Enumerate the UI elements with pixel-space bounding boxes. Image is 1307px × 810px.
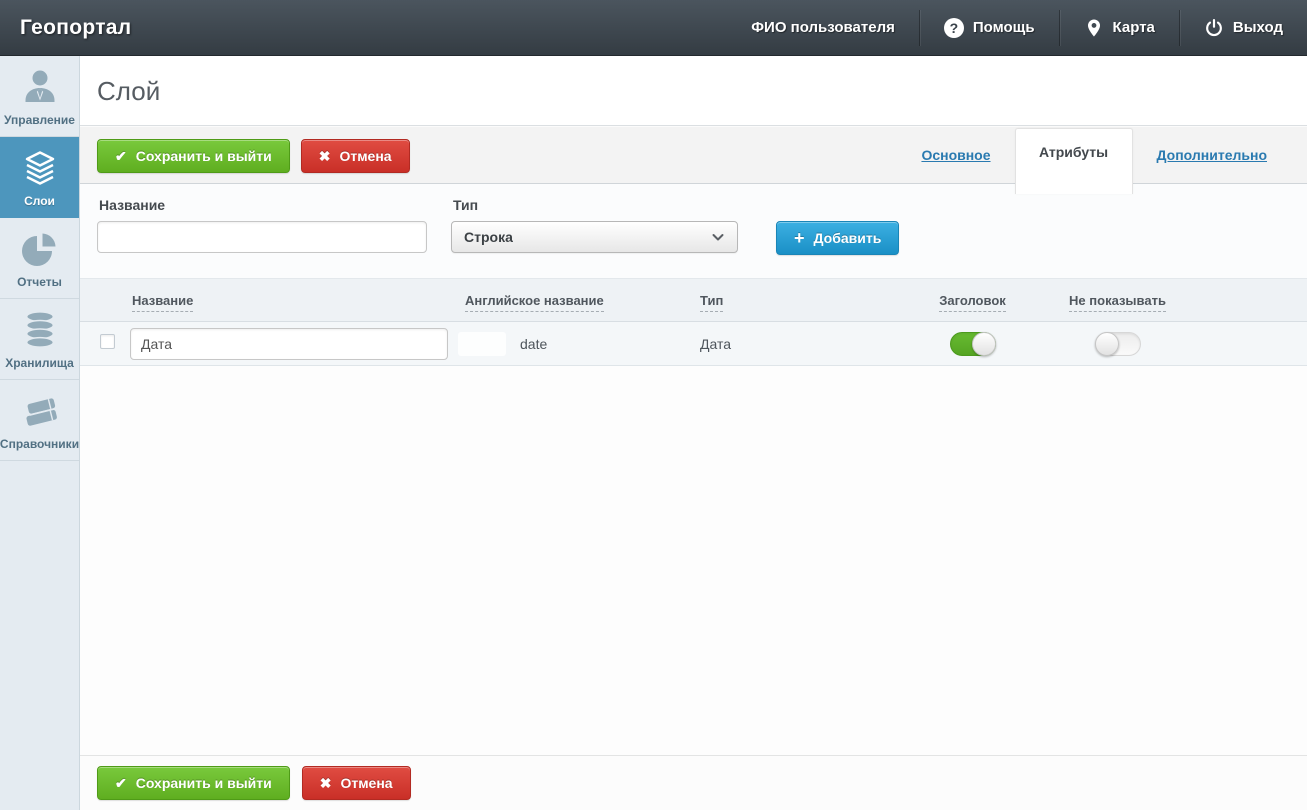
name-input[interactable] [97,221,427,253]
empty-area [80,366,1307,755]
save-exit-label: Сохранить и выйти [135,148,272,164]
tab-bar: Основное Атрибуты Дополнительно [921,127,1267,194]
check-icon: ✔ [115,148,127,164]
attribute-row: date Дата [80,322,1307,366]
sidebar-item-directories[interactable]: Справочники [0,380,79,461]
sidebar-item-storages[interactable]: Хранилища [0,299,79,380]
add-attribute-form: Название Тип Строка + Добавить [80,184,1307,278]
check-icon: ✔ [115,775,127,791]
help-button[interactable]: ? Помощь [920,0,1059,55]
row-checkbox[interactable] [100,333,115,349]
x-icon: ✖ [319,775,332,791]
row-type: Дата [700,335,732,352]
sidebar-item-management[interactable]: Управление [0,56,79,137]
sidebar-label-layers: Слои [24,194,55,208]
add-attribute-button[interactable]: + Добавить [776,221,900,255]
sidebar-item-layers[interactable]: Слои [0,137,79,218]
toggle-knob [1094,331,1119,356]
database-icon [25,311,54,348]
map-pin-icon [1087,19,1100,36]
sidebar-label-directories: Справочники [0,437,80,451]
column-header-type: Тип [690,292,900,312]
footer-save-exit-button[interactable]: ✔ Сохранить и выйти [97,766,290,800]
plus-icon: + [794,228,805,248]
logout-label: Выход [1232,19,1283,36]
column-header-english-name: Английское название [455,292,690,312]
sidebar-label-management: Управление [4,113,75,127]
add-label: Добавить [813,230,882,246]
brand-title: Геопортал [20,15,132,39]
type-field-label: Тип [453,197,479,213]
attributes-table-header: Название Английское название Тип Заголов… [80,278,1307,322]
geoportal-app: Геопортал ФИО пользователя ? Помощь Карт… [0,0,1307,810]
type-select[interactable]: Строка [451,221,738,253]
sidebar-label-storages: Хранилища [5,356,74,370]
chevron-down-icon [712,234,724,241]
help-label: Помощь [972,19,1035,36]
footer-save-exit-label: Сохранить и выйти [135,775,272,791]
row-title-toggle[interactable] [949,331,996,356]
sidebar: Управление Слои Отчеты Хранилища Справоч… [0,56,80,810]
top-bar: Геопортал ФИО пользователя ? Помощь Карт… [0,0,1307,56]
page-title: Слой [97,76,161,106]
toolbar: ✔ Сохранить и выйти ✖ Отмена Основное Ат… [80,126,1307,194]
tab-attributes[interactable]: Атрибуты [1014,128,1133,194]
column-header-name: Название [130,292,455,312]
column-header-hide: Не показывать [1069,292,1166,312]
layers-icon [25,151,54,185]
footer-cancel-label: Отмена [340,775,393,791]
sidebar-item-reports[interactable]: Отчеты [0,218,79,299]
column-header-title: Заголовок [939,292,1006,312]
power-icon [1205,18,1222,36]
logout-button[interactable]: Выход [1180,0,1307,55]
pie-chart-icon [21,233,55,266]
toggle-knob [971,331,996,356]
user-icon [25,70,54,102]
type-select-value: Строка [464,229,513,245]
cancel-button[interactable]: ✖ Отмена [300,139,410,173]
tab-main[interactable]: Основное [921,147,990,163]
row-name-input[interactable] [130,327,448,360]
x-icon: ✖ [318,148,331,164]
user-fullname[interactable]: ФИО пользователя [727,0,919,55]
main-content: Слой ✔ Сохранить и выйти ✖ Отмена Основн… [80,56,1307,810]
help-icon: ? [943,17,964,38]
toolbar-buttons: ✔ Сохранить и выйти ✖ Отмена [97,139,410,173]
cancel-label: Отмена [339,148,392,164]
save-exit-button[interactable]: ✔ Сохранить и выйти [97,139,290,173]
footer-toolbar: ✔ Сохранить и выйти ✖ Отмена [80,755,1307,810]
books-icon [25,398,57,426]
name-field-label: Название [99,197,166,213]
top-menu: ФИО пользователя ? Помощь Карта Выход [727,0,1307,55]
map-label: Карта [1112,19,1155,36]
row-hide-toggle[interactable] [1094,331,1141,356]
row-english-name: date [520,335,548,352]
footer-cancel-button[interactable]: ✖ Отмена [301,766,411,800]
tab-additional[interactable]: Дополнительно [1157,147,1267,163]
row-english-ghost-box [458,331,506,356]
map-button[interactable]: Карта [1060,0,1179,55]
sidebar-label-reports: Отчеты [17,275,62,289]
title-band: Слой [80,56,1307,126]
